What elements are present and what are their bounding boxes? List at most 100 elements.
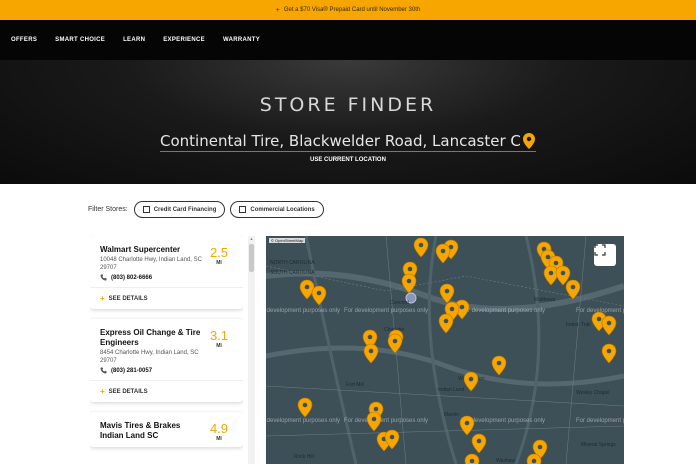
filter-option-label: Commercial Locations [250,206,315,213]
store-map-pin-icon[interactable] [439,283,455,304]
filter-commercial-locations[interactable]: Commercial Locations [230,201,324,218]
store-distance: 4.9 MI [203,421,235,442]
phone-number[interactable]: (803) 281-0057 [111,368,152,374]
store-map-pin-icon[interactable] [413,237,429,258]
fullscreen-button[interactable] [594,244,616,266]
store-card[interactable]: Walmart Supercenter 10048 Charlotte Hwy,… [90,236,243,309]
pin-center [368,348,374,354]
checkbox-icon[interactable] [142,206,150,213]
store-map-pin-icon[interactable] [387,333,403,354]
phone-icon [100,274,107,281]
fullscreen-icon [594,244,606,256]
map-pin-icon[interactable] [522,132,536,149]
distance-value: 3.1 [209,328,229,343]
location-input[interactable] [160,131,520,150]
filter-credit-card-financing[interactable]: Credit Card Financing [133,201,226,218]
nav-offers[interactable]: OFFERS [11,37,37,43]
pin-center [548,270,554,276]
distance-unit: MI [216,343,222,349]
pin-center [389,434,395,440]
store-list: Walmart Supercenter 10048 Charlotte Hwy,… [90,236,243,464]
pin-center [464,420,470,426]
pin-center [449,306,455,312]
store-list-scrollbar[interactable]: ▲ [248,236,255,464]
store-map-pin-icon[interactable] [363,343,379,364]
filter-label: Filter Stores: [88,206,128,213]
pin-center [418,242,424,248]
pin-center [476,438,482,444]
store-phone[interactable]: (803) 281-0057 [100,367,233,374]
pin-center [443,318,449,324]
use-current-location-button[interactable]: USE CURRENT LOCATION [0,157,696,163]
map-attribution[interactable]: © OpenStreetMap [269,238,306,243]
nav-learn[interactable]: LEARN [123,37,145,43]
promo-banner[interactable]: + Get a $70 Visa® Prepaid Card until Nov… [0,0,696,20]
store-map-pin-icon[interactable] [299,279,315,300]
store-card[interactable]: Mavis Tires & Brakes Indian Land SC 4.9 … [90,412,243,447]
plus-icon: + [100,387,105,396]
pin-center [545,254,551,260]
store-map-pin-icon[interactable] [311,285,327,306]
nav-warranty[interactable]: WARRANTY [223,37,260,43]
store-address: 10048 Charlotte Hwy, Indian Land, SC 297… [100,257,202,271]
nav-experience[interactable]: EXPERIENCE [163,37,205,43]
scroll-up-icon[interactable]: ▲ [249,236,254,242]
store-map-pin-icon[interactable] [438,313,454,334]
distance-value: 4.9 [209,421,229,436]
pin-center [406,278,412,284]
nav-smart-choice[interactable]: SMART CHOICE [55,37,105,43]
pin-center [596,316,602,322]
page-title: STORE FINDER [259,94,437,116]
filter-option-label: Credit Card Financing [153,206,217,213]
see-details-button[interactable]: + SEE DETAILS [90,380,243,402]
see-details-button[interactable]: + SEE DETAILS [90,287,243,309]
pin-center [367,334,373,340]
pin-center [469,458,475,464]
plus-icon: + [100,294,105,303]
store-phone[interactable]: (803) 802-6666 [100,274,233,281]
checkbox-icon[interactable] [239,206,247,213]
map-pins [297,237,617,464]
pin-center [459,304,465,310]
store-map-pin-icon[interactable] [565,279,581,300]
store-map-pin-icon[interactable] [601,315,617,336]
store-address: 8454 Charlotte Hwy, Indian Land, SC 2970… [100,350,199,364]
store-map-pin-icon[interactable] [601,343,617,364]
store-distance: 3.1 MI [203,328,235,349]
pin-center [553,260,559,266]
store-map-pin-icon[interactable] [459,415,475,436]
store-name[interactable]: Walmart Supercenter [100,245,205,255]
store-name[interactable]: Express Oil Change & Tire Engineers [100,328,205,348]
store-map-pin-icon[interactable] [366,411,382,432]
store-map-pin-icon[interactable] [435,243,451,264]
store-distance: 2.5 MI [203,245,235,266]
pin-center [316,290,322,296]
main-nav: OFFERS SMART CHOICE LEARN EXPERIENCE WAR… [0,20,696,60]
see-details-label: SEE DETAILS [108,388,148,395]
store-map-pin-icon[interactable] [297,397,313,418]
see-details-label: SEE DETAILS [108,295,148,302]
pin-center [304,284,310,290]
store-map[interactable]: For development purposes onlyFor develop… [266,236,624,464]
phone-icon [100,367,107,374]
pin-center [371,416,377,422]
phone-number[interactable]: (803) 802-6666 [111,275,152,281]
pin-center [606,348,612,354]
pin-center [444,288,450,294]
distance-unit: MI [216,436,222,442]
store-name[interactable]: Mavis Tires & Brakes Indian Land SC [100,421,205,441]
distance-value: 2.5 [209,245,229,260]
store-map-pin-icon[interactable] [491,355,507,376]
location-search [160,130,536,152]
pin-center [407,266,413,272]
pin-center [560,270,566,276]
scrollbar-thumb[interactable] [249,244,254,272]
store-map-pin-icon[interactable] [543,265,559,286]
store-map-pin-icon[interactable] [463,371,479,392]
store-map-pin-icon[interactable] [401,273,417,294]
promo-text: Get a $70 Visa® Prepaid Card until Novem… [283,7,421,13]
pin-center [531,458,537,464]
store-map-pin-icon[interactable] [471,433,487,454]
distance-unit: MI [216,260,222,266]
store-card[interactable]: Express Oil Change & Tire Engineers 8454… [90,319,243,402]
